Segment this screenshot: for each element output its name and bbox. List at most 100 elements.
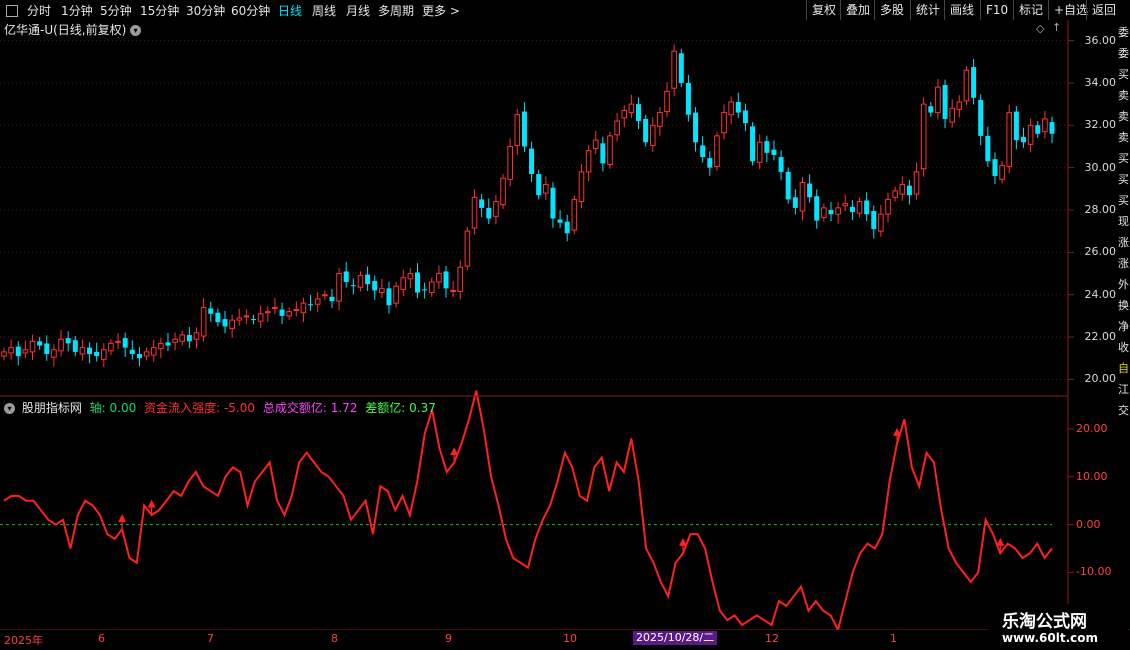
candle-body	[122, 338, 128, 348]
side-panel-label[interactable]: 委	[1118, 45, 1129, 61]
side-panel-label[interactable]: 交	[1118, 402, 1129, 418]
candle-body	[143, 351, 150, 357]
toolbar-button-3[interactable]: 统计	[910, 0, 945, 20]
watermark-title: 乐淘公式网	[1002, 612, 1087, 632]
candle-body	[286, 311, 292, 317]
candle-body	[51, 349, 57, 358]
flow-label: 资金流入强度:	[144, 401, 221, 415]
candle-body	[521, 111, 527, 147]
candle-body	[578, 171, 585, 203]
candle-body	[314, 298, 321, 305]
side-panel-label[interactable]: 卖	[1118, 129, 1129, 145]
candle-body	[500, 177, 506, 206]
side-panel-label[interactable]: 卖	[1118, 87, 1129, 103]
candle-body	[15, 346, 21, 357]
price-tick-label: 32.00	[1084, 118, 1117, 132]
axis-value: 0.00	[109, 401, 137, 415]
candle-body	[971, 67, 977, 98]
side-panel-label[interactable]: 买	[1118, 66, 1129, 82]
candle-body	[165, 342, 171, 346]
side-panel-label[interactable]: 江	[1118, 381, 1129, 397]
candle-body	[771, 149, 777, 155]
price-tick-label: 34.00	[1084, 75, 1117, 89]
candle-body	[471, 196, 478, 229]
indicator-name[interactable]: 股朋指标网	[22, 401, 82, 415]
period-tab-4[interactable]: 30分钟	[186, 2, 225, 19]
period-tab-10[interactable]: 更多 >	[422, 2, 460, 19]
candle-body	[985, 135, 991, 162]
price-tick-label: 36.00	[1084, 33, 1117, 47]
candle-body	[742, 110, 748, 124]
side-panel-label[interactable]: 外	[1118, 276, 1129, 292]
side-panel-label[interactable]: 买	[1118, 150, 1129, 166]
flow-intensity-line	[3, 390, 1053, 630]
toolbar-button-6[interactable]: 标记	[1013, 0, 1048, 20]
candle-body	[949, 107, 955, 123]
period-tab-9[interactable]: 多周期	[378, 2, 414, 19]
side-panel-label[interactable]: 自	[1118, 360, 1129, 376]
chevron-down-icon[interactable]: ▾	[130, 25, 142, 36]
candle-body	[350, 285, 356, 287]
up-arrow-icon[interactable]: ↑	[1052, 21, 1061, 34]
candle-body	[101, 349, 107, 360]
side-panel-label[interactable]: 买	[1118, 192, 1129, 208]
period-tab-8[interactable]: 月线	[346, 2, 370, 19]
candle-body	[65, 338, 71, 344]
side-panel-label[interactable]: 净	[1118, 318, 1129, 334]
side-panel-label[interactable]: 委	[1118, 24, 1129, 40]
stock-title-text: 亿华通-U(日线,前复权)	[4, 23, 127, 37]
toolbar-button-4[interactable]: 画线	[944, 0, 979, 20]
candle-body	[322, 294, 328, 297]
candle-body	[529, 148, 535, 174]
candle-body	[814, 196, 820, 221]
crosshair-date-label: 2025/10/28/二	[633, 631, 718, 645]
axis-label: 轴:	[89, 401, 106, 415]
side-panel-label[interactable]: 收	[1118, 339, 1129, 355]
side-panel-label[interactable]: 换	[1118, 297, 1129, 313]
candle-body	[550, 187, 556, 219]
candle-body	[279, 309, 285, 316]
candle-body	[136, 354, 142, 359]
period-tab-3[interactable]: 15分钟	[140, 2, 179, 19]
period-tab-6[interactable]: 日线	[278, 2, 302, 19]
toolbar-button-0[interactable]: 复权	[806, 0, 841, 20]
layout-icon[interactable]	[6, 5, 18, 17]
side-panel-strip[interactable]: 委委买卖卖卖买买买现涨涨外换净收自江交	[1118, 20, 1130, 630]
candle-body	[336, 273, 342, 302]
chart-area	[0, 20, 1130, 630]
toolbar-button-8[interactable]: 返回	[1086, 0, 1121, 20]
stock-title[interactable]: 亿华通-U(日线,前复权) ▾	[4, 21, 142, 38]
candle-body	[778, 157, 784, 172]
time-tick-label: 2025年	[4, 634, 43, 647]
candle-body	[414, 272, 420, 293]
side-panel-label[interactable]: 买	[1118, 171, 1129, 187]
period-tab-0[interactable]: 分时	[27, 2, 51, 19]
toolbar-button-1[interactable]: 叠加	[840, 0, 875, 20]
side-panel-label[interactable]: 现	[1118, 213, 1129, 229]
period-tab-2[interactable]: 5分钟	[100, 2, 132, 19]
candle-body	[186, 334, 192, 342]
toolbar-button-5[interactable]: F10	[980, 0, 1013, 20]
toolbar-button-2[interactable]: 多股	[874, 0, 909, 20]
side-panel-label[interactable]: 涨	[1118, 234, 1129, 250]
candle-body	[407, 273, 414, 280]
side-panel-label[interactable]: 涨	[1118, 255, 1129, 271]
candle-body	[892, 190, 898, 198]
diamond-icon[interactable]: ◇	[1036, 22, 1044, 35]
candle-body	[22, 349, 29, 354]
period-toolbar: 分时 1分钟 5分钟 15分钟 30分钟 60分钟 日线 周线 月线 多周期 更多 > 复权 叠加 多股统…	[0, 0, 1130, 20]
candle-body	[379, 287, 385, 294]
period-tab-5[interactable]: 60分钟	[231, 2, 270, 19]
side-panel-label[interactable]: 卖	[1118, 108, 1129, 124]
candle-body	[614, 120, 620, 136]
chevron-down-icon[interactable]: ▾	[4, 403, 15, 414]
period-tab-1[interactable]: 1分钟	[61, 2, 93, 19]
candle-body	[864, 200, 870, 215]
candle-body	[785, 171, 791, 200]
period-tab-7[interactable]: 周线	[312, 2, 336, 19]
indicator-header: ▾ 股朋指标网 轴: 0.00 资金流入强度: -5.00 总成交额亿: 1.7…	[4, 399, 440, 416]
candle-body	[428, 281, 435, 294]
candle-body	[272, 306, 278, 309]
candle-body	[243, 315, 250, 318]
candle-body	[479, 199, 485, 208]
